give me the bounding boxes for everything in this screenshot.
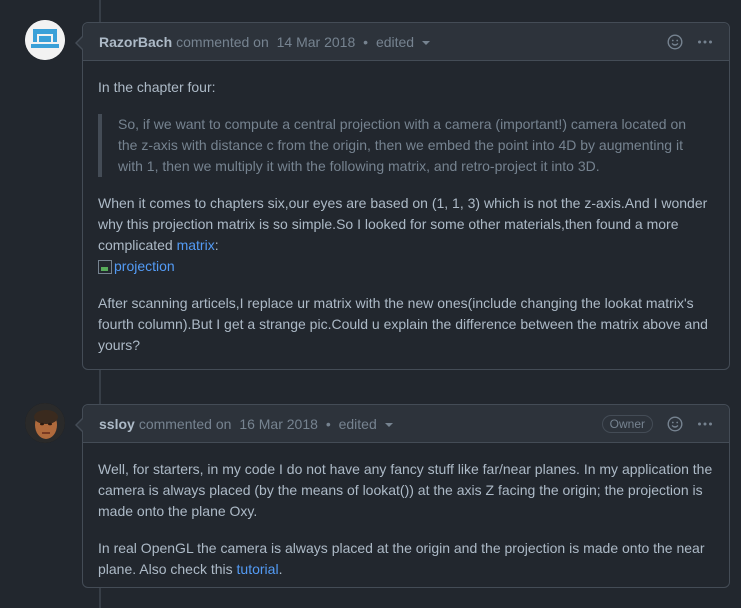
timeline-line: [99, 0, 101, 22]
comment-paragraph: After scanning articels,I replace ur mat…: [98, 295, 708, 353]
comment-header: ssloy commented on 16 Mar 2018 • edited …: [83, 405, 729, 443]
comment-author[interactable]: RazorBach: [99, 34, 172, 50]
comment: ssloy commented on 16 Mar 2018 • edited …: [75, 404, 730, 588]
comment-body: In the chapter four: So, if we want to c…: [83, 61, 729, 372]
edited-dropdown[interactable]: edited: [376, 34, 434, 50]
comment-paragraph: In real OpenGL the camera is always plac…: [98, 540, 705, 577]
comment-date[interactable]: 14 Mar 2018: [277, 34, 356, 50]
comment-actions: [667, 33, 713, 50]
timeline-line: [99, 370, 101, 404]
smiley-icon[interactable]: [667, 415, 683, 432]
comment-action: commented on: [138, 415, 232, 432]
meta-separator: •: [363, 33, 369, 50]
comment-author[interactable]: ssloy: [99, 416, 135, 432]
matrix-link[interactable]: matrix: [177, 237, 215, 253]
owner-badge: Owner: [601, 414, 653, 433]
blockquote: So, if we want to compute a central proj…: [98, 114, 714, 177]
edited-dropdown[interactable]: edited: [339, 416, 397, 432]
comment-paragraph: In the chapter four:: [98, 79, 216, 95]
kebab-horizontal-icon[interactable]: [697, 416, 713, 432]
avatar[interactable]: [25, 403, 65, 443]
triangle-down-icon: [384, 422, 393, 427]
kebab-horizontal-icon[interactable]: [697, 34, 713, 50]
comment-paragraph: When it comes to chapters six,our eyes a…: [98, 193, 714, 277]
comment-actions: Owner: [601, 414, 713, 433]
projection-image-link[interactable]: projection: [98, 256, 714, 277]
avatar[interactable]: [25, 20, 65, 60]
avatar-image: [25, 403, 65, 443]
comment-action: commented on: [176, 33, 269, 50]
meta-separator: •: [325, 415, 331, 432]
triangle-down-icon: [422, 40, 431, 45]
comment: RazorBach commented on 14 Mar 2018 • edi…: [75, 22, 730, 372]
comment-meta: commented on 14 Mar 2018 • edited: [176, 34, 438, 50]
comment-date[interactable]: 16 Mar 2018: [239, 416, 318, 432]
comment-header: RazorBach commented on 14 Mar 2018 • edi…: [83, 23, 729, 61]
smiley-icon[interactable]: [667, 33, 683, 50]
tutorial-link[interactable]: tutorial: [237, 561, 279, 577]
comment-body: Well, for starters, in my code I do not …: [83, 443, 729, 596]
comment-paragraph: Well, for starters, in my code I do not …: [98, 461, 713, 519]
broken-image-icon: [98, 259, 112, 274]
avatar-image: [25, 20, 65, 60]
comment-meta: commented on 16 Mar 2018 • edited: [139, 416, 401, 432]
